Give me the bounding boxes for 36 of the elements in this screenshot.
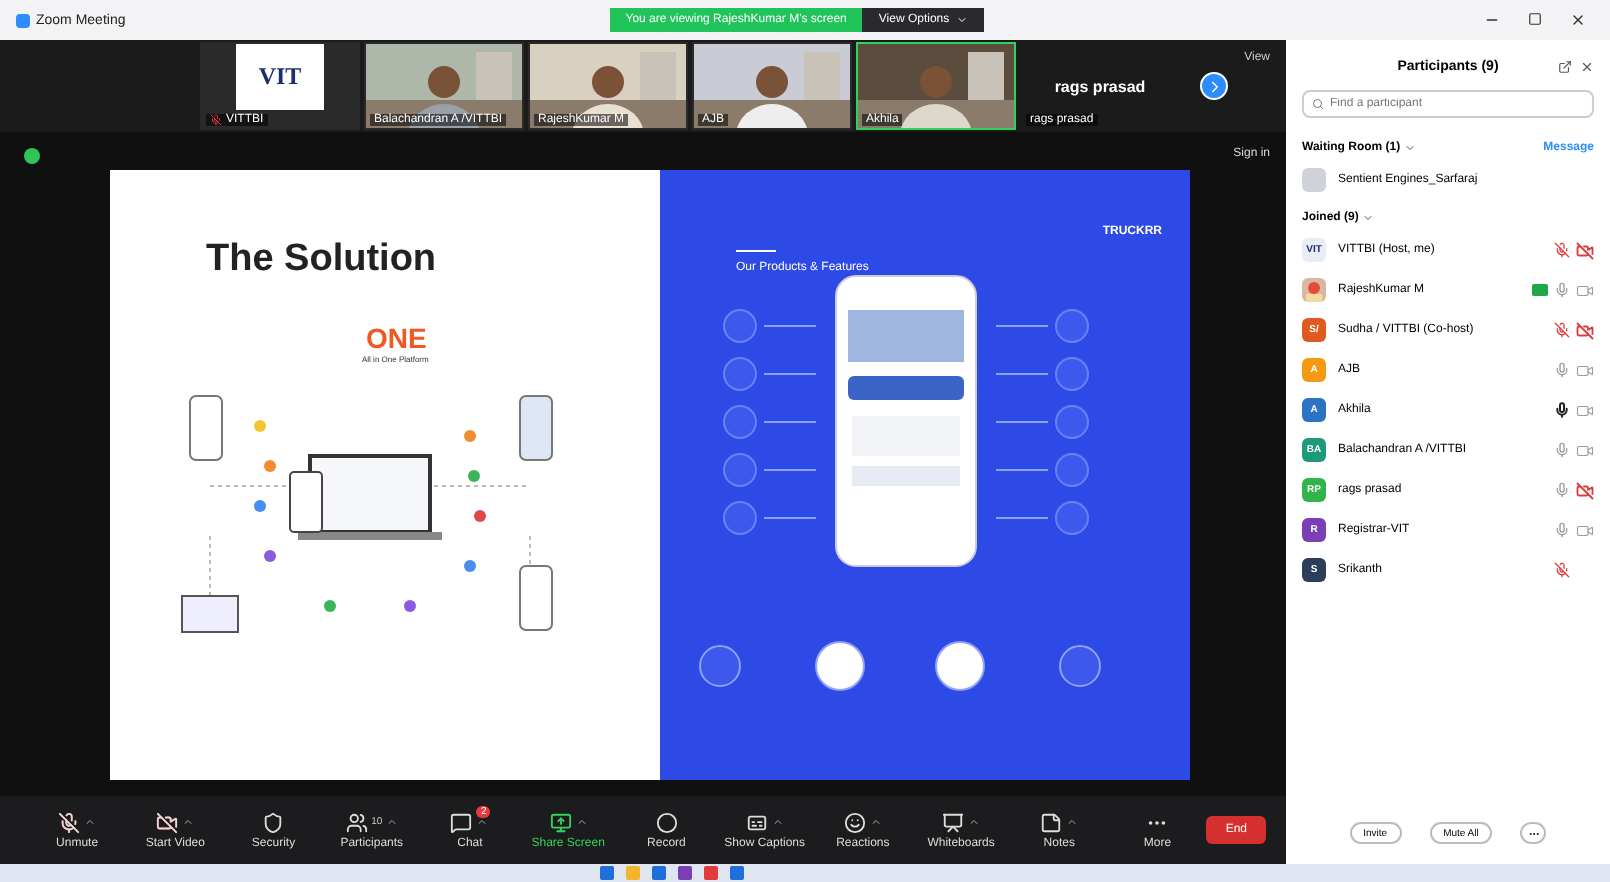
chevron-icon[interactable] [1404,141,1417,153]
people-icon [345,811,368,833]
caret-icon[interactable] [182,816,195,828]
chevron-icon[interactable] [1362,211,1375,223]
caret-icon[interactable] [575,816,588,828]
caret-icon[interactable] [771,816,784,828]
chat-icon [450,811,473,833]
chevron-icon [955,14,968,26]
smiley-icon [843,811,866,833]
pop-out-icon[interactable] [1558,59,1572,73]
close-icon[interactable] [1580,59,1594,73]
video-off-icon [156,811,179,833]
record-icon [655,811,678,833]
share-screen-icon [549,811,572,833]
caret-icon[interactable] [869,816,882,828]
caret-icon[interactable] [84,816,97,828]
caret-icon[interactable] [386,816,399,828]
restore-icon[interactable] [1528,12,1542,26]
search-icon [1312,98,1324,110]
vit-logo: VIT [258,62,302,92]
caret-icon[interactable] [1066,816,1079,828]
close-icon[interactable] [1570,12,1586,28]
avatar-placeholder [1302,168,1326,192]
slide-heading: ONE [366,322,427,354]
notes-icon [1040,811,1063,833]
whiteboard-icon [942,811,965,833]
caret-icon[interactable] [968,816,981,828]
captions-icon [745,811,768,833]
app-logo-icon [16,13,30,27]
muted-mic-icon [210,114,222,126]
next-page-button[interactable] [1200,72,1228,100]
participant-display-name: rags prasad [1054,77,1146,95]
slide-title: The Solution [206,238,437,282]
caret-icon[interactable] [476,816,489,828]
muted-mic-icon [58,811,81,833]
more-button[interactable] [1520,822,1547,844]
